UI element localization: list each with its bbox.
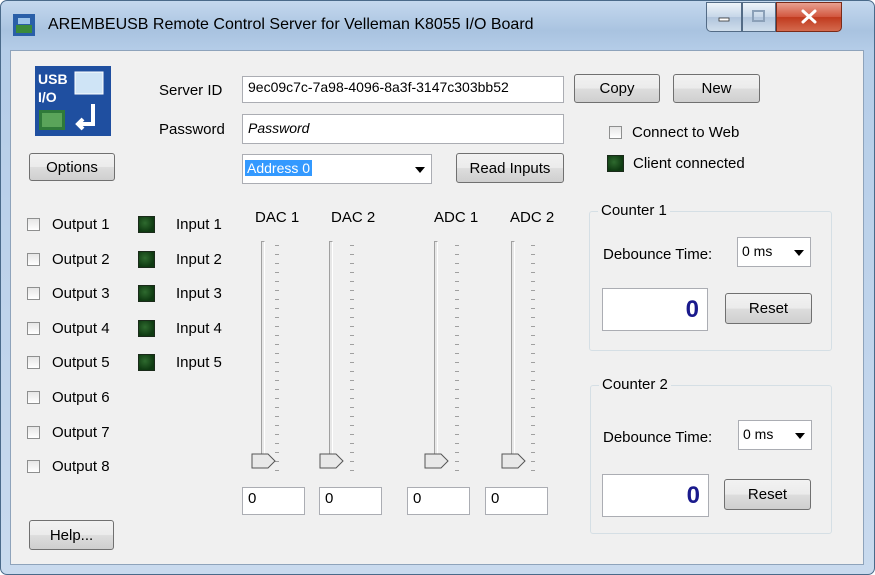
output-7-checkbox[interactable] — [27, 425, 40, 439]
input-2-label: Input 2 — [176, 250, 222, 268]
password-field[interactable]: Password — [242, 114, 564, 144]
dac2-label: DAC 2 — [331, 209, 376, 226]
adc1-value-field: 0 — [407, 487, 470, 515]
output-6-checkbox[interactable] — [27, 391, 40, 404]
adc1-label: ADC 1 — [434, 209, 479, 226]
app-icon — [13, 14, 35, 36]
output-1-checkbox[interactable] — [27, 218, 40, 231]
counter1-debounce-label: Debounce Time: — [603, 246, 713, 263]
help-button[interactable]: Help... — [29, 520, 114, 550]
dac1-value-field[interactable]: 0 — [242, 487, 305, 515]
chevron-down-icon — [795, 433, 805, 439]
input-5-led — [138, 354, 155, 372]
dac2-track[interactable] — [329, 241, 333, 468]
adc1-thumb — [424, 453, 449, 469]
usb-io-logo: USB I/O — [35, 66, 111, 136]
output-4-label: Output 4 — [52, 319, 110, 337]
logo-usb-text: USB — [38, 71, 68, 87]
input-5-label: Input 5 — [176, 354, 222, 372]
client-connected-label: Client connected — [633, 155, 745, 172]
output-3-label: Output 3 — [52, 285, 110, 303]
input-1-label: Input 1 — [176, 216, 222, 233]
counter1-title: Counter 1 — [598, 202, 670, 219]
counter2-debounce-label: Debounce Time: — [603, 429, 713, 446]
output-1-label: Output 1 — [52, 216, 110, 233]
app-window: AREMBEUSB Remote Control Server for Vell… — [0, 0, 875, 575]
output-8-checkbox[interactable] — [27, 460, 40, 474]
dac2-ticks — [350, 245, 354, 472]
output-7-label: Output 7 — [52, 423, 110, 441]
adc1-ticks — [455, 245, 459, 472]
close-icon — [801, 9, 817, 24]
new-button[interactable]: New — [673, 74, 760, 103]
dac2-value-field[interactable]: 0 — [319, 487, 382, 515]
counter2-reset-button[interactable]: Reset — [724, 479, 811, 510]
input-2-led — [138, 250, 155, 268]
input-3-label: Input 3 — [176, 285, 222, 303]
logo-io-text: I/O — [38, 89, 57, 105]
counter1-value: 0 — [602, 288, 708, 331]
dac1-thumb[interactable] — [251, 453, 276, 469]
server-id-field[interactable]: 9ec09c7c-7a98-4096-8a3f-3147c303bb52 — [242, 76, 564, 103]
adc2-thumb — [501, 453, 526, 469]
options-button[interactable]: Options — [29, 153, 115, 181]
output-3-checkbox[interactable] — [27, 287, 40, 301]
counter1-debounce-select[interactable]: 0 ms — [737, 237, 811, 267]
input-3-led — [138, 285, 155, 303]
counter2-value: 0 — [602, 474, 709, 517]
client-area: USB I/O Server ID 9ec09c7c-7a98-4096-8a3… — [10, 50, 864, 565]
adc2-value-field: 0 — [485, 487, 548, 515]
connect-to-web-checkbox[interactable] — [609, 126, 622, 139]
dac1-ticks — [275, 245, 279, 472]
password-label: Password — [159, 121, 225, 138]
server-id-label: Server ID — [159, 82, 223, 99]
adc2-label: ADC 2 — [510, 209, 555, 226]
dac1-track[interactable] — [261, 241, 265, 468]
input-4-led — [138, 319, 155, 337]
address-select[interactable]: Address 0 — [242, 154, 432, 184]
window-title: AREMBEUSB Remote Control Server for Vell… — [48, 16, 534, 33]
minimize-button[interactable] — [706, 2, 742, 32]
output-2-label: Output 2 — [52, 250, 110, 268]
connect-to-web-label: Connect to Web — [632, 124, 740, 141]
counter1-reset-button[interactable]: Reset — [725, 293, 812, 324]
close-button[interactable] — [776, 2, 842, 32]
copy-button[interactable]: Copy — [574, 74, 660, 103]
adc1-track — [434, 241, 438, 468]
chevron-down-icon — [415, 167, 425, 173]
maximize-icon — [752, 10, 765, 22]
chevron-down-icon — [794, 250, 804, 256]
output-5-checkbox[interactable] — [27, 356, 40, 370]
counter1-debounce-value: 0 ms — [742, 243, 773, 259]
read-inputs-button[interactable]: Read Inputs — [456, 153, 564, 183]
adc2-track — [511, 241, 515, 468]
input-1-led — [138, 216, 155, 233]
adc2-ticks — [531, 245, 535, 472]
output-5-label: Output 5 — [52, 354, 110, 372]
maximize-button[interactable] — [742, 2, 776, 32]
client-connected-led — [607, 155, 624, 172]
dac1-label: DAC 1 — [255, 209, 300, 226]
dac2-thumb[interactable] — [319, 453, 344, 469]
output-4-checkbox[interactable] — [27, 321, 40, 335]
output-2-checkbox[interactable] — [27, 252, 40, 266]
output-6-label: Output 6 — [52, 389, 110, 406]
counter2-debounce-select[interactable]: 0 ms — [738, 420, 812, 450]
counter2-title: Counter 2 — [599, 376, 671, 393]
address-value: Address 0 — [245, 160, 313, 176]
output-8-label: Output 8 — [52, 458, 110, 476]
title-bar[interactable]: AREMBEUSB Remote Control Server for Vell… — [1, 1, 874, 49]
input-4-label: Input 4 — [176, 319, 222, 337]
minimize-icon — [718, 17, 730, 22]
counter2-debounce-value: 0 ms — [743, 426, 774, 442]
